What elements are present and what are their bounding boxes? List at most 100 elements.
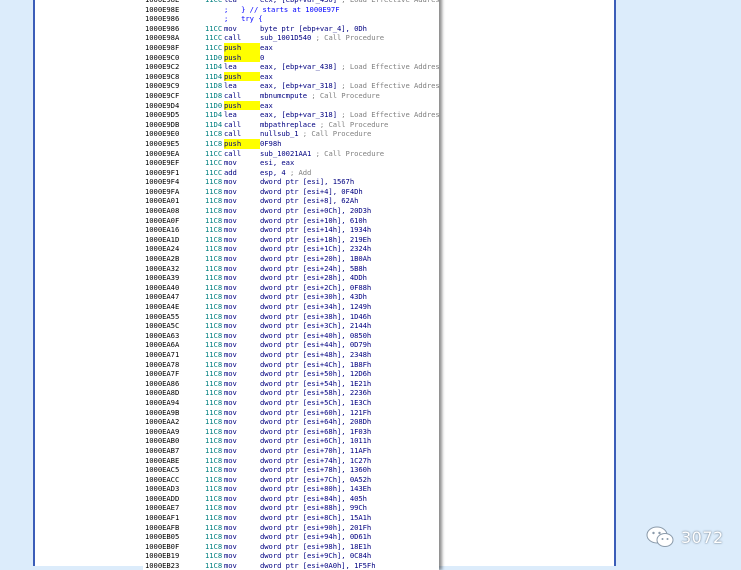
disasm-line[interactable]: 1000EA71 11C8 mov dword ptr [esi+48h], 2348… <box>145 350 439 360</box>
disasm-line[interactable]: 1000EB0F 11C8 mov dword ptr [esi+98h], 18E1… <box>145 542 439 552</box>
line-address: 1000EAA9 <box>145 426 180 436</box>
disasm-line[interactable]: 1000EA0F 11C8 mov dword ptr [esi+10h], 610h <box>145 216 439 226</box>
disasm-line[interactable]: 1000EACC 11C8 mov dword ptr [esi+7Ch], 0A52… <box>145 475 439 485</box>
disasm-line[interactable]: 1000EA24 11C8 mov dword ptr [esi+1Ch], 2324… <box>145 244 439 254</box>
line-address: 1000EAD3 <box>145 484 180 494</box>
line-mnemonic: mov <box>224 503 237 513</box>
disasm-line[interactable]: 1000E9EF 11CC mov esi, eax <box>145 158 439 168</box>
disasm-line[interactable]: 1000E9C0 11D0 push 0 <box>145 52 439 63</box>
line-opcode: 11D0 <box>205 52 223 62</box>
disasm-line[interactable]: 1000EA08 11C8 mov dword ptr [esi+0Ch], 20D3… <box>145 206 439 216</box>
line-operand: esp, 4 <box>260 167 286 177</box>
disasm-line[interactable]: 1000EA78 11C8 mov dword ptr [esi+4Ch], 1B8F… <box>145 360 439 370</box>
disasm-line[interactable]: 1000EAE7 11C8 mov dword ptr [esi+88h], 99Ch <box>145 503 439 513</box>
disasm-line[interactable]: 1000EA7F 11C8 mov dword ptr [esi+50h], 12D6… <box>145 369 439 379</box>
disasm-line[interactable]: 1000EB05 11C8 mov dword ptr [esi+94h], 0D61… <box>145 532 439 542</box>
disasm-line[interactable]: 1000EA40 11C8 mov dword ptr [esi+2Ch], 0F88… <box>145 283 439 293</box>
disasm-line[interactable]: 1000E9F1 11CC add esp, 4 ; Add <box>145 168 439 178</box>
disasm-line[interactable]: 1000EAA9 11C8 mov dword ptr [esi+68h], 1F03… <box>145 427 439 437</box>
disasm-line[interactable]: 1000E9C8 11D4 push eax <box>145 71 439 82</box>
disasm-line[interactable]: 1000E98E ; } // starts at 1000E97F <box>145 5 439 15</box>
disasm-line[interactable]: 1000E98F 11CC push eax <box>145 42 439 53</box>
disasm-line[interactable]: 1000EA6A 11C8 mov dword ptr [esi+44h], 0D79… <box>145 340 439 350</box>
line-mnemonic: mov <box>224 186 237 196</box>
disasm-line[interactable]: 1000EAB0 11C8 mov dword ptr [esi+6Ch], 1011… <box>145 436 439 446</box>
line-address: 1000E9C0 <box>145 52 180 62</box>
line-mnemonic: mov <box>224 455 237 465</box>
line-operand: eax <box>260 71 273 81</box>
line-operand: sub_10021AA1 <box>260 148 312 158</box>
line-mnemonic: lea <box>224 81 237 91</box>
disasm-line[interactable]: 1000EA39 11C8 mov dword ptr [esi+28h], 4DDh <box>145 273 439 283</box>
line-opcode: 11C8 <box>205 349 223 359</box>
disasm-line[interactable]: 1000E9CF 11D8 call mbnumcmpute ; Call Proce… <box>145 91 439 101</box>
line-address: 1000EAC5 <box>145 465 180 475</box>
line-operand: 0F98h <box>260 138 282 148</box>
disasm-line[interactable]: 1000EA01 11C8 mov dword ptr [esi+8], 62Ah <box>145 196 439 206</box>
disasm-line[interactable]: 1000EA94 11C8 mov dword ptr [esi+5Ch], 1E3C… <box>145 398 439 408</box>
disasm-line[interactable]: 1000EA8D 11C8 mov dword ptr [esi+58h], 2236… <box>145 388 439 398</box>
disasm-line[interactable]: 1000EA5C 11C8 mov dword ptr [esi+3Ch], 2144… <box>145 321 439 331</box>
disassembly-view[interactable]: 1000E98E11CCleaecx, [ebp+var_430] ; Load… <box>143 0 439 570</box>
disasm-line[interactable]: 1000EAFB 11C8 mov dword ptr [esi+90h], 201F… <box>145 523 439 533</box>
line-address: 1000EA39 <box>145 273 180 283</box>
line-address: 1000EACC <box>145 474 180 484</box>
disasm-line[interactable]: 1000EA32 11C8 mov dword ptr [esi+24h], 5B8h <box>145 264 439 274</box>
disasm-line[interactable]: 1000EA63 11C8 mov dword ptr [esi+40h], 0850… <box>145 331 439 341</box>
disasm-line[interactable]: 1000EAC5 11C8 mov dword ptr [esi+78h], 1360… <box>145 465 439 475</box>
disasm-line[interactable]: 1000E9C9 11D8 lea eax, [ebp+var_318] ; Load… <box>145 81 439 91</box>
disasm-line[interactable]: 1000EA47 11C8 mov dword ptr [esi+30h], 43Dh <box>145 292 439 302</box>
line-address: 1000EA4E <box>145 302 180 311</box>
line-address: 1000EAE7 <box>145 503 180 513</box>
disasm-line[interactable]: 1000EADD 11C8 mov dword ptr [esi+84h], 405h <box>145 494 439 504</box>
disasm-line[interactable]: 1000E9DB 11D4 call mbpathreplace ; Call Pro… <box>145 120 439 130</box>
line-operand: dword ptr [esi+38h], 1D46h <box>260 311 372 321</box>
disasm-line[interactable]: 1000EAB7 11C8 mov dword ptr [esi+70h], 11AF… <box>145 446 439 456</box>
line-operand: dword ptr [esi+88h], 99Ch <box>260 503 367 513</box>
disasm-line[interactable]: 1000E9E0 11C8 call nullsub_1 ; Call Procedu… <box>145 129 439 139</box>
disasm-line[interactable]: 1000EA16 11C8 mov dword ptr [esi+14h], 1934… <box>145 225 439 235</box>
line-operand: dword ptr [esi+18h], 219Eh <box>260 234 372 244</box>
disasm-line[interactable]: 1000E9D5 11D4 lea eax, [ebp+var_318] ; Load… <box>145 110 439 120</box>
disasm-line[interactable]: 1000E9D4 11D0 push eax <box>145 100 439 111</box>
disasm-line[interactable]: 1000EAD3 11C8 mov dword ptr [esi+80h], 143E… <box>145 484 439 494</box>
line-address: 1000EA5C <box>145 321 180 331</box>
line-opcode: 11C8 <box>205 513 223 523</box>
line-opcode: 11CC <box>205 158 223 168</box>
disasm-line[interactable]: 1000EA1D 11C8 mov dword ptr [esi+18h], 219E… <box>145 235 439 245</box>
line-mnemonic: mov <box>224 551 237 561</box>
line-address: 1000EA1D <box>145 234 180 244</box>
disasm-line[interactable]: 1000EA2B 11C8 mov dword ptr [esi+20h], 1B0A… <box>145 254 439 264</box>
disasm-line[interactable]: 1000EAF1 11C8 mov dword ptr [esi+8Ch], 15A1… <box>145 513 439 523</box>
disasm-line[interactable]: 1000EA55 11C8 mov dword ptr [esi+38h], 1D46… <box>145 312 439 322</box>
watermark-text: 3072 <box>681 527 724 547</box>
disasm-line[interactable]: 1000E9E5 11C8 push 0F98h <box>145 138 439 149</box>
disasm-line[interactable]: 1000EB19 11C8 mov dword ptr [esi+9Ch], 0C84… <box>145 551 439 561</box>
line-address: 1000E9C9 <box>145 81 180 91</box>
line-operand: dword ptr [esi+54h], 1E21h <box>260 378 372 388</box>
disasm-line[interactable]: 1000E9C2 11D4 lea eax, [ebp+var_438] ; Load… <box>145 62 439 72</box>
disasm-line[interactable]: 1000E9EA 11CC call sub_10021AA1 ; Call Proc… <box>145 149 439 159</box>
disasm-line[interactable]: 1000E9F4 11C8 mov dword ptr [esi], 1567h <box>145 177 439 187</box>
line-operand: mbnumcmpute <box>260 90 308 100</box>
disasm-line[interactable]: 1000E9FA 11C8 mov dword ptr [esi+4], 0F4Dh <box>145 187 439 197</box>
line-opcode: 11CC <box>205 42 223 52</box>
line-opcode: 11D8 <box>205 81 223 91</box>
line-mnemonic: call <box>224 33 242 43</box>
source-comment: ; try { <box>224 14 263 24</box>
disasm-line[interactable]: 1000EABE 11C8 mov dword ptr [esi+74h], 1C27… <box>145 456 439 466</box>
line-address: 1000EA40 <box>145 282 180 292</box>
line-operand: dword ptr [esi+40h], 0850h <box>260 330 372 340</box>
line-mnemonic: mov <box>224 436 237 446</box>
disasm-line[interactable]: 1000E98A 11CC call sub_1001D540 ; Call Proc… <box>145 33 439 43</box>
line-address: 1000E9EF <box>145 158 180 168</box>
disasm-line[interactable]: 1000E986 ; try { <box>145 14 439 24</box>
disasm-line[interactable]: 1000E986 11CC mov byte ptr [ebp+var_4], 0Dh <box>145 24 439 34</box>
disasm-line[interactable]: 1000EA9B 11C8 mov dword ptr [esi+60h], 121F… <box>145 408 439 418</box>
line-opcode: 11C8 <box>205 407 223 417</box>
disasm-line[interactable]: 1000EA4E 11C8 mov dword ptr [esi+34h], 1249… <box>145 302 439 312</box>
disasm-line[interactable]: 1000EAA2 11C8 mov dword ptr [esi+64h], 208D… <box>145 417 439 427</box>
line-operand: dword ptr [esi+8Ch], 15A1h <box>260 513 372 523</box>
line-opcode: 11C8 <box>205 465 223 475</box>
disasm-line[interactable]: 1000EA86 11C8 mov dword ptr [esi+54h], 1E21… <box>145 379 439 389</box>
